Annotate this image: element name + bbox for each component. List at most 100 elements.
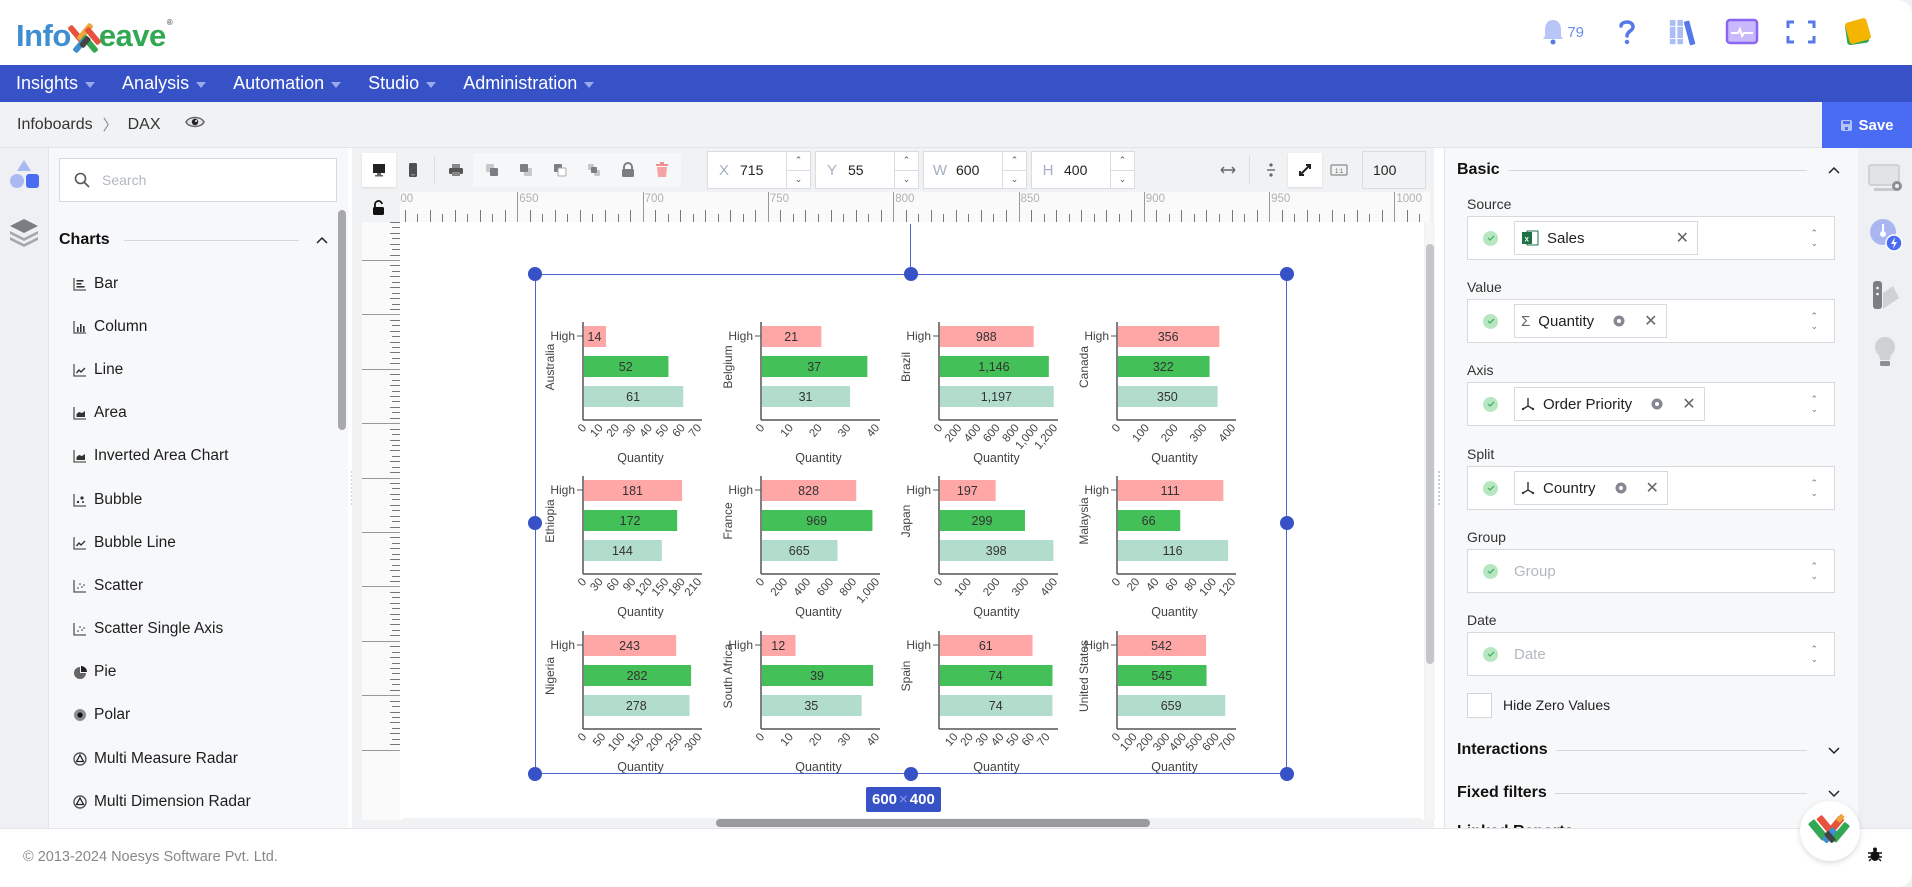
chart-type-polar[interactable]: Polar <box>73 694 323 737</box>
nav-insights[interactable]: Insights <box>16 73 96 94</box>
split-field[interactable]: Country ✕ ⌃ ⌄ <box>1467 466 1835 510</box>
print-button[interactable] <box>439 153 473 187</box>
interactions-section-header[interactable]: Interactions <box>1457 738 1841 762</box>
canvas-horizontal-scrollbar[interactable] <box>400 818 1424 828</box>
insights-button[interactable] <box>1866 333 1904 371</box>
fit-height-button[interactable] <box>1254 153 1288 187</box>
height-input[interactable] <box>1064 162 1104 178</box>
preview-eye-button[interactable] <box>184 115 205 134</box>
chart-type-scatter-single-axis[interactable]: Scatter Single Axis <box>73 608 323 651</box>
resize-handle-left[interactable] <box>528 516 542 530</box>
notifications-button[interactable]: 79 <box>1541 17 1584 47</box>
chart-type-column[interactable]: Column <box>73 305 323 348</box>
save-button[interactable]: Save <box>1822 102 1912 148</box>
sort-toggle-icon[interactable]: ⌃ ⌄ <box>1810 311 1818 331</box>
chart-type-inverted-area-chart[interactable]: Inverted Area Chart <box>73 435 323 478</box>
charts-section-header[interactable]: Charts <box>59 228 329 252</box>
resize-handle-bottom-right[interactable] <box>1280 767 1294 781</box>
resize-handle-top-left[interactable] <box>528 267 542 281</box>
bring-forward-button[interactable] <box>475 153 509 187</box>
sort-toggle-icon[interactable]: ⌃ ⌄ <box>1810 394 1818 414</box>
desktop-view-button[interactable] <box>362 153 396 187</box>
hscroll-thumb[interactable] <box>716 819 1150 827</box>
chart-type-bubble[interactable]: Bubble <box>73 478 323 521</box>
zoom-level-field[interactable]: 100 <box>1362 151 1426 189</box>
library-button[interactable] <box>1668 17 1698 47</box>
ruler-lock-button[interactable] <box>372 200 385 221</box>
send-backward-button[interactable] <box>543 153 577 187</box>
rail-components-button[interactable] <box>6 156 42 192</box>
nav-analysis[interactable]: Analysis <box>122 73 207 94</box>
resize-handle-top-right[interactable] <box>1280 267 1294 281</box>
resize-handle-bottom-left[interactable] <box>528 767 542 781</box>
infoveave-logo[interactable]: Info eave ® <box>16 14 173 54</box>
remove-axis-button[interactable]: ✕ <box>1682 394 1695 414</box>
chevron-down-icon[interactable] <box>1827 788 1841 798</box>
rail-layers-button[interactable] <box>6 214 42 250</box>
gear-icon[interactable] <box>1650 397 1664 411</box>
chart-type-multi-dimension-radar[interactable]: Multi Dimension Radar <box>73 780 323 823</box>
gear-icon[interactable] <box>1614 481 1628 495</box>
fit-width-button[interactable] <box>1211 153 1245 187</box>
chevron-up-icon[interactable] <box>315 235 329 245</box>
monitor-button[interactable] <box>1724 17 1760 47</box>
basic-section-header[interactable]: Basic <box>1457 158 1841 182</box>
sort-toggle-icon[interactable]: ⌃ ⌄ <box>1810 644 1818 664</box>
chevron-up-icon[interactable] <box>1827 165 1841 175</box>
gear-icon[interactable] <box>1612 314 1626 328</box>
user-avatar[interactable] <box>1842 17 1872 47</box>
theme-button[interactable] <box>1866 276 1904 314</box>
actual-size-button[interactable]: 1:1 <box>1322 153 1356 187</box>
sort-toggle-icon[interactable]: ⌃ ⌄ <box>1810 561 1818 581</box>
sort-toggle-icon[interactable]: ⌃ ⌄ <box>1810 478 1818 498</box>
nav-automation[interactable]: Automation <box>233 73 342 94</box>
delete-button[interactable] <box>645 153 679 187</box>
remove-value-button[interactable]: ✕ <box>1644 311 1657 331</box>
decrement-h-button[interactable]: ⌄ <box>1111 171 1134 189</box>
send-to-back-button[interactable] <box>577 153 611 187</box>
assistant-fab-button[interactable] <box>1800 801 1860 861</box>
decrement-y-button[interactable]: ⌄ <box>895 171 918 189</box>
canvas-vertical-scrollbar[interactable] <box>1426 244 1434 664</box>
sort-toggle-icon[interactable]: ⌃ ⌄ <box>1810 228 1818 248</box>
date-field[interactable]: Date ⌃ ⌄ <box>1467 632 1835 676</box>
help-button[interactable] <box>1612 17 1642 47</box>
props-resize-handle[interactable] <box>1437 470 1441 506</box>
bring-to-front-button[interactable] <box>509 153 543 187</box>
x-input[interactable] <box>740 162 780 178</box>
resize-handle-top[interactable] <box>904 267 918 281</box>
chart-type-area[interactable]: Area <box>73 392 323 435</box>
panel-scrollbar[interactable] <box>338 210 346 430</box>
resize-handle-bottom[interactable] <box>904 767 918 781</box>
chart-type-scatter[interactable]: Scatter <box>73 564 323 607</box>
report-bug-button[interactable] <box>1867 846 1883 867</box>
nav-administration[interactable]: Administration <box>463 73 595 94</box>
selected-widget-frame[interactable] <box>535 274 1287 774</box>
decrement-x-button[interactable]: ⌄ <box>787 171 810 189</box>
mobile-view-button[interactable] <box>396 153 430 187</box>
decrement-w-button[interactable]: ⌄ <box>1003 171 1026 189</box>
increment-x-button[interactable]: ⌃ <box>787 152 810 171</box>
axis-field[interactable]: Order Priority ✕ ⌃ ⌄ <box>1467 382 1835 426</box>
chart-type-bar[interactable]: Bar <box>73 262 323 305</box>
chevron-down-icon[interactable] <box>1827 745 1841 755</box>
breadcrumb-infoboards[interactable]: Infoboards <box>17 116 93 134</box>
remove-source-button[interactable]: ✕ <box>1676 228 1689 248</box>
fixed-filters-section-header[interactable]: Fixed filters <box>1457 781 1841 805</box>
value-field[interactable]: Σ Quantity ✕ ⌃ ⌄ <box>1467 299 1835 343</box>
group-field[interactable]: Group ⌃ ⌄ <box>1467 549 1835 593</box>
lock-button[interactable] <box>611 153 645 187</box>
width-input[interactable] <box>956 162 996 178</box>
chart-type-bubble-line[interactable]: Bubble Line <box>73 521 323 564</box>
linked-reports-section-header[interactable]: Linked Reports <box>1457 820 1841 828</box>
chart-type-pie[interactable]: Pie <box>73 651 323 694</box>
hide-zero-values-checkbox[interactable] <box>1467 693 1492 718</box>
fit-screen-button[interactable] <box>1288 153 1322 187</box>
source-field[interactable]: x Sales ✕ ⌃ ⌄ <box>1467 216 1835 260</box>
widget-settings-button[interactable] <box>1866 160 1904 198</box>
chart-type-multi-measure-radar[interactable]: Multi Measure Radar <box>73 737 323 780</box>
increment-w-button[interactable]: ⌃ <box>1003 152 1026 171</box>
chart-type-line[interactable]: Line <box>73 348 323 391</box>
resize-handle-right[interactable] <box>1280 516 1294 530</box>
remove-split-button[interactable]: ✕ <box>1646 478 1659 498</box>
